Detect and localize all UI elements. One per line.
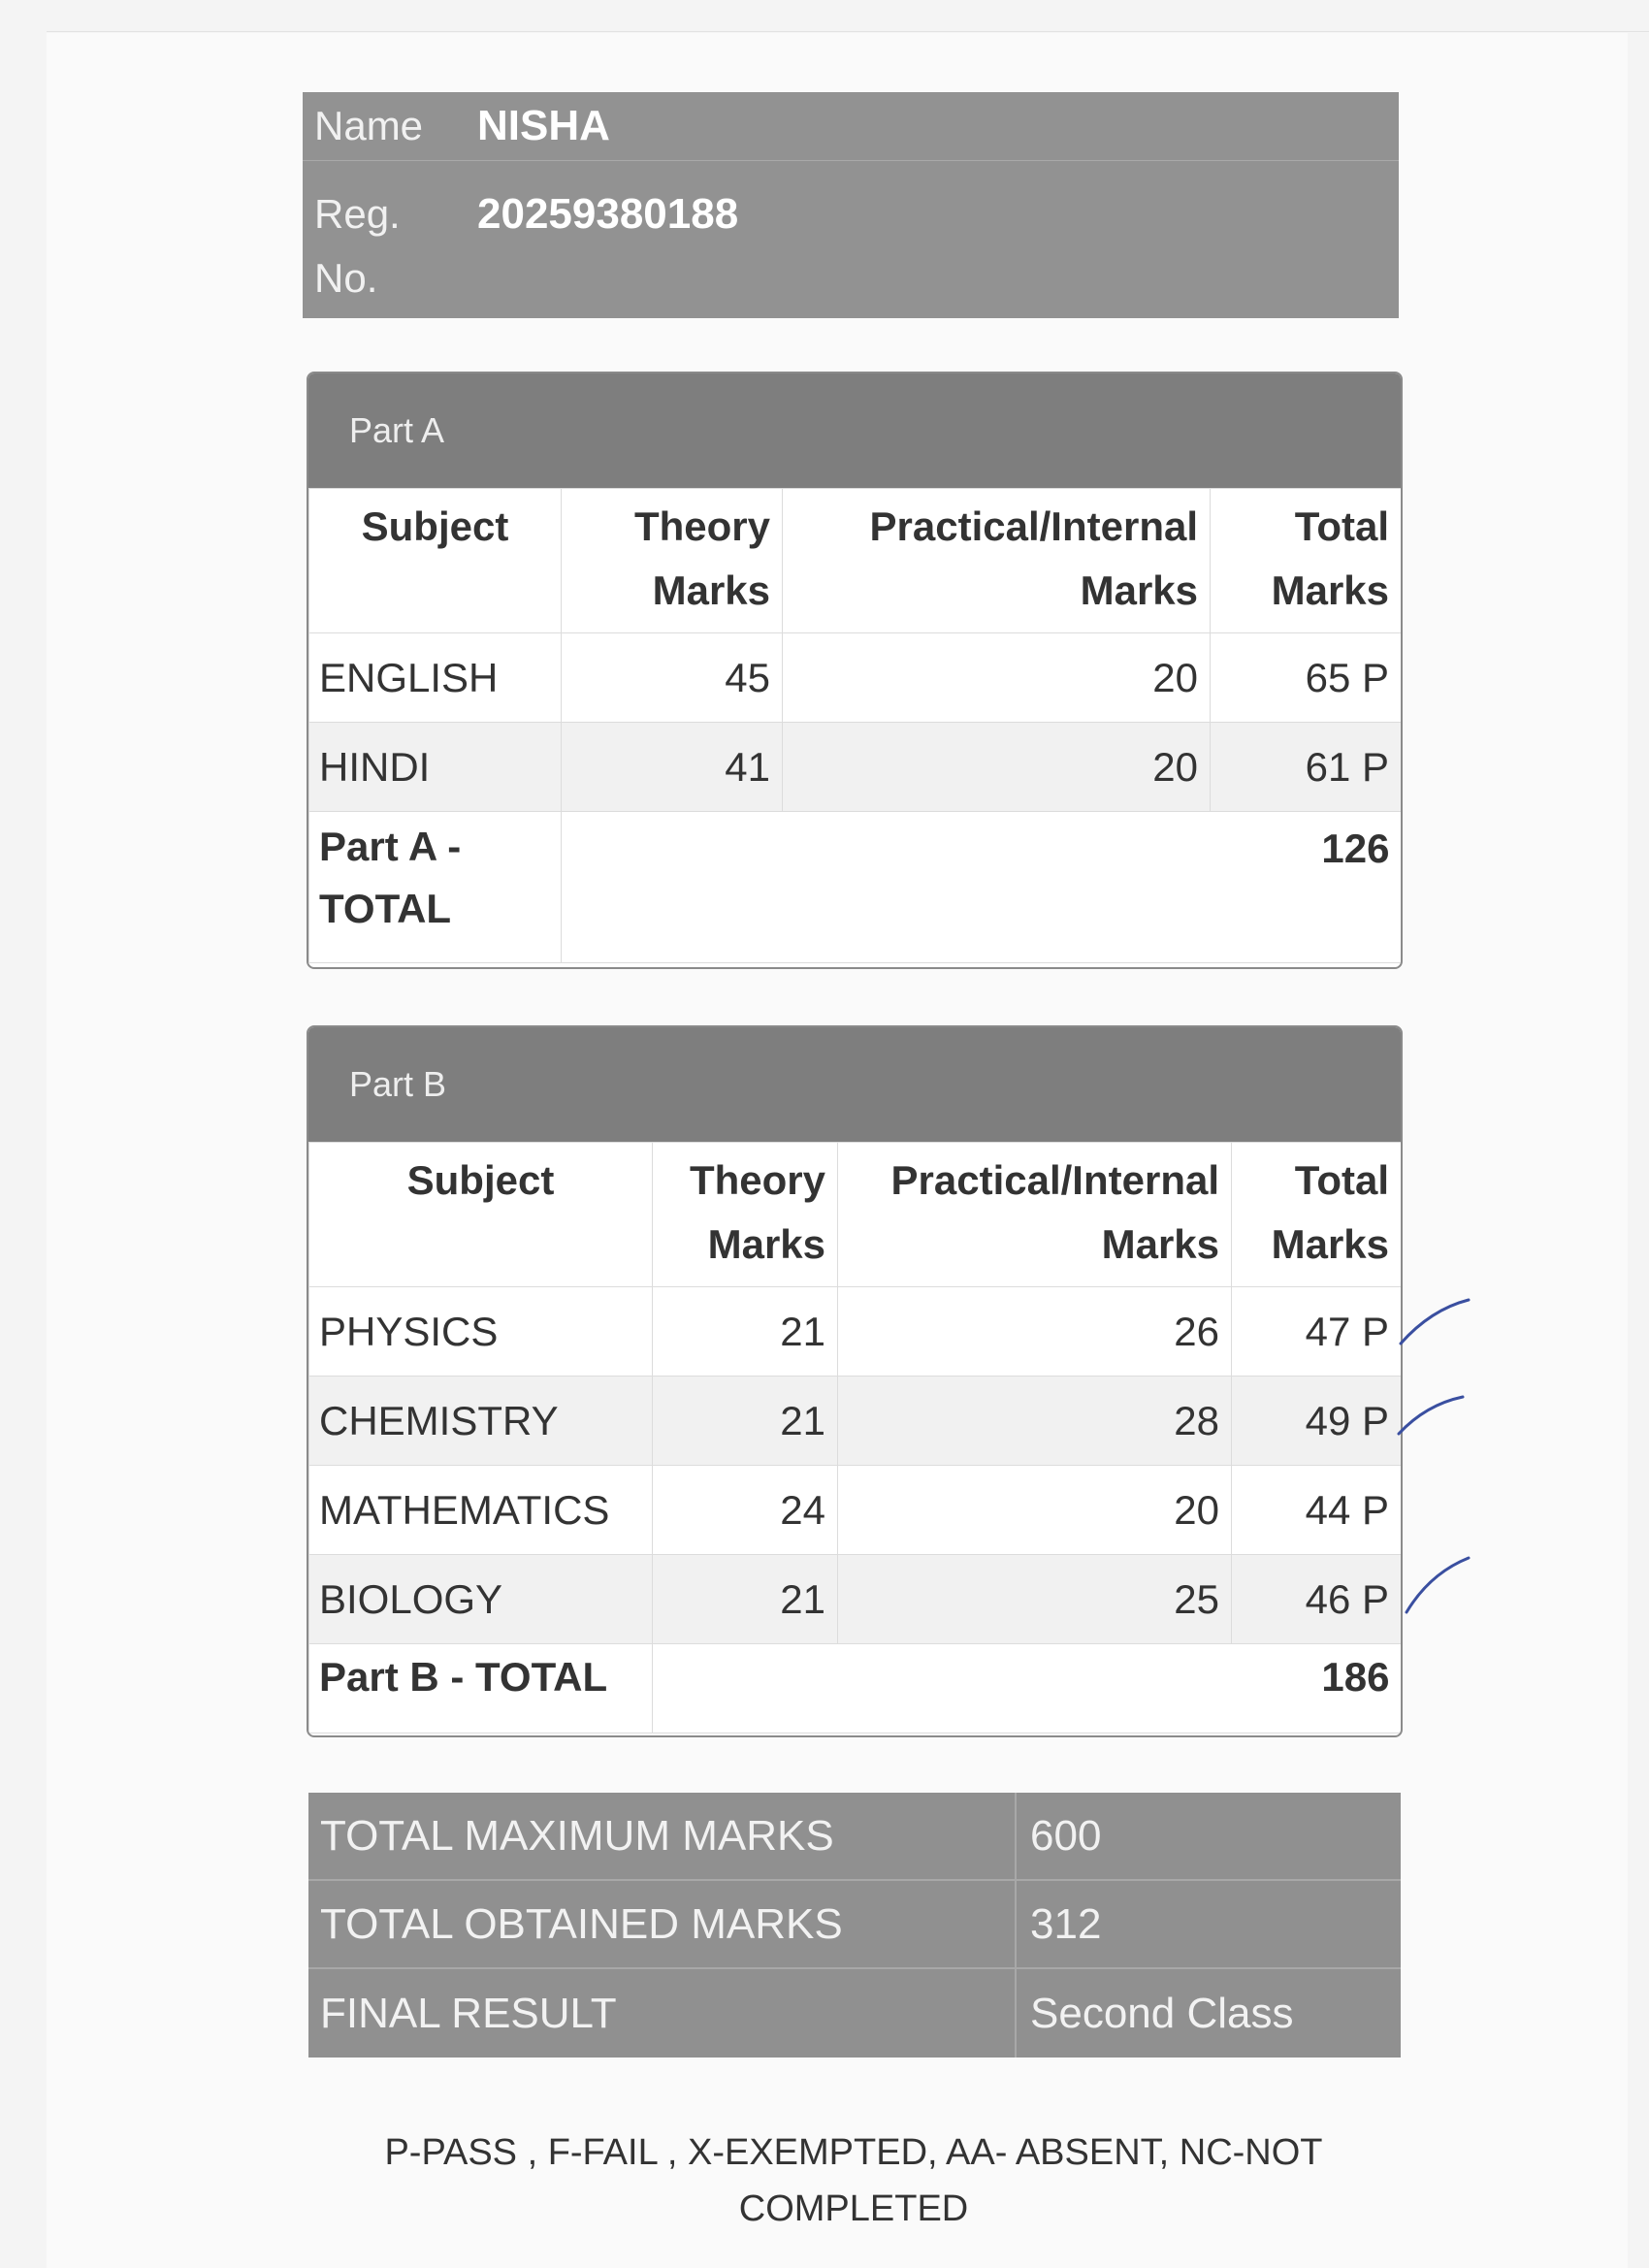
part-a-header-row: Subject Theory Marks Practical/Internal Ma… [308, 488, 1401, 633]
subject-cell: ENGLISH [308, 632, 562, 723]
subject-column-header: Subject [308, 1142, 653, 1287]
result-summary: TOTAL MAXIMUM MARKS 600 TOTAL OBTAINED M… [308, 1793, 1401, 2057]
summary-value: 600 [1030, 1811, 1102, 1860]
summary-label: TOTAL MAXIMUM MARKS [308, 1793, 1017, 1879]
table-row: CHEMISTRY 21 28 49 P [308, 1376, 1401, 1466]
total-cell: 44 P [1231, 1465, 1401, 1555]
part-b-total-value: 186 [652, 1643, 1401, 1733]
table-row: MATHEMATICS 24 20 44 P [308, 1465, 1401, 1555]
total-cell: 47 P [1231, 1286, 1401, 1377]
summary-value: 312 [1030, 1899, 1102, 1948]
practical-column-header: Practical/Internal Marks [837, 1142, 1232, 1287]
part-b-table: Subject Theory Marks Practical/Internal Ma… [308, 1142, 1401, 1733]
part-a-title: Part A [308, 373, 1401, 488]
table-row: HINDI 41 20 61 P [308, 722, 1401, 812]
part-b-panel: Part B Subject Theory Marks Practical/Int… [307, 1025, 1403, 1737]
practical-cell: 28 [837, 1376, 1232, 1466]
theory-cell: 21 [652, 1554, 838, 1644]
subject-cell: HINDI [308, 722, 562, 812]
theory-cell: 21 [652, 1286, 838, 1377]
subject-column-header: Subject [308, 488, 562, 633]
part-b-total-row: Part B - TOTAL 186 [308, 1643, 1401, 1733]
summary-label: FINAL RESULT [308, 1969, 1017, 2057]
total-column-header: Total Marks [1210, 488, 1401, 633]
registration-number: 20259380188 [477, 190, 739, 238]
reg-label-line2: No. [314, 255, 378, 301]
theory-column-header: Theory Marks [561, 488, 783, 633]
student-info-card: Name NISHA Reg. No. 20259380188 [303, 92, 1399, 318]
result-legend: P-PASS , F-FAIL , X-EXEMPTED, AA- ABSENT… [291, 2124, 1416, 2237]
total-cell: 65 P [1210, 632, 1401, 723]
theory-cell: 24 [652, 1465, 838, 1555]
summary-value: Second Class [1030, 1989, 1294, 2037]
table-row: PHYSICS 21 26 47 P [308, 1286, 1401, 1377]
theory-cell: 45 [561, 632, 783, 723]
practical-column-header: Practical/Internal Marks [782, 488, 1211, 633]
total-cell: 46 P [1231, 1554, 1401, 1644]
part-a-total-label: Part A - TOTAL [308, 811, 562, 963]
summary-row: TOTAL MAXIMUM MARKS 600 [308, 1793, 1401, 1881]
subject-cell: MATHEMATICS [308, 1465, 653, 1555]
practical-cell: 26 [837, 1286, 1232, 1377]
theory-cell: 41 [561, 722, 783, 812]
subject-cell: PHYSICS [308, 1286, 653, 1377]
part-b-total-label: Part B - TOTAL [308, 1643, 653, 1733]
legend-line-1: P-PASS , F-FAIL , X-EXEMPTED, AA- ABSENT… [384, 2132, 1323, 2173]
part-a-panel: Part A Subject Theory Marks Practical/Int… [307, 372, 1403, 969]
total-column-header: Total Marks [1231, 1142, 1401, 1287]
table-row: BIOLOGY 21 25 46 P [308, 1554, 1401, 1644]
subject-cell: CHEMISTRY [308, 1376, 653, 1466]
theory-cell: 21 [652, 1376, 838, 1466]
total-cell: 49 P [1231, 1376, 1401, 1466]
subject-cell: BIOLOGY [308, 1554, 653, 1644]
reg-label-line1: Reg. [314, 191, 401, 237]
theory-column-header: Theory Marks [652, 1142, 838, 1287]
practical-cell: 20 [782, 632, 1211, 723]
total-cell: 61 P [1210, 722, 1401, 812]
legend-line-2: COMPLETED [738, 2188, 969, 2229]
reg-row: Reg. No. 20259380188 [303, 161, 1399, 318]
reg-label: Reg. No. [303, 182, 477, 310]
part-a-total-value: 126 [561, 811, 1401, 963]
scan-edge-divider [47, 31, 1649, 32]
part-a-table: Subject Theory Marks Practical/Internal Ma… [308, 488, 1401, 963]
practical-cell: 25 [837, 1554, 1232, 1644]
part-a-total-row: Part A - TOTAL 126 [308, 811, 1401, 963]
practical-cell: 20 [837, 1465, 1232, 1555]
summary-label: TOTAL OBTAINED MARKS [308, 1881, 1017, 1967]
part-b-header-row: Subject Theory Marks Practical/Internal Ma… [308, 1142, 1401, 1287]
name-label: Name [314, 103, 424, 148]
practical-cell: 20 [782, 722, 1211, 812]
student-name: NISHA [477, 102, 610, 149]
summary-row: TOTAL OBTAINED MARKS 312 [308, 1881, 1401, 1969]
table-row: ENGLISH 45 20 65 P [308, 632, 1401, 723]
summary-row: FINAL RESULT Second Class [308, 1969, 1401, 2057]
name-row: Name NISHA [303, 92, 1399, 161]
part-b-title: Part B [308, 1027, 1401, 1142]
